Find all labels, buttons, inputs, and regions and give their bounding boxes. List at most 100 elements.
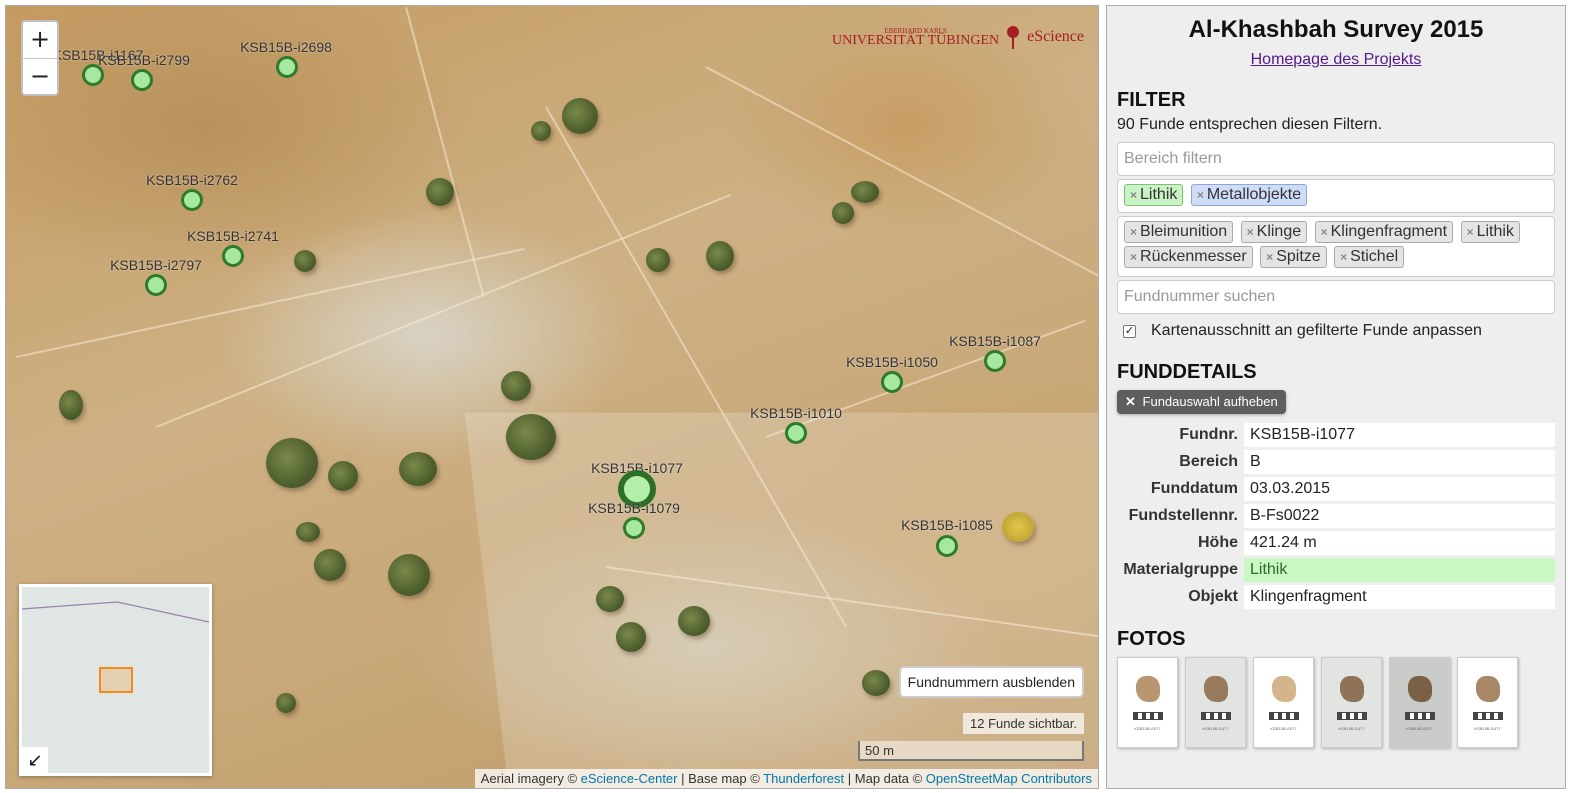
tag-object[interactable]: × Stichel [1334, 246, 1405, 268]
photo-thumbnail[interactable]: KSB15B-i1077 [1117, 657, 1178, 748]
photos-heading: FOTOS [1117, 628, 1186, 650]
bush [562, 98, 598, 134]
tag-object[interactable]: × Klinge [1240, 221, 1308, 243]
tree-icon [1007, 26, 1020, 49]
marker-label: KSB15B-i1085 [901, 517, 993, 533]
remove-tag-icon[interactable]: × [1130, 250, 1137, 264]
find-marker[interactable] [984, 350, 1006, 372]
close-icon: ✕ [1125, 394, 1136, 409]
remove-tag-icon[interactable]: × [1467, 225, 1474, 239]
bush [506, 414, 556, 460]
bush [646, 248, 670, 272]
object-filter-select[interactable]: × Bleimunition × Klinge × Klingenfragment ×… [1117, 216, 1555, 277]
tag-object[interactable]: × Spitze [1260, 246, 1327, 268]
find-marker[interactable] [785, 422, 807, 444]
map-view[interactable]: KSB15B-i1167 KSB15B-i2799 KSB15B-i2698 K… [5, 5, 1099, 789]
find-marker[interactable] [623, 517, 645, 539]
remove-tag-icon[interactable]: × [1130, 225, 1137, 239]
fit-map-option: ✓ Kartenausschnitt an gefilterte Funde a… [1117, 322, 1555, 340]
zoom-in-button[interactable]: + [23, 22, 57, 58]
vehicle-track [405, 6, 485, 298]
find-marker[interactable] [222, 245, 244, 267]
toggle-numbers-button[interactable]: Fundnummern ausblenden [898, 666, 1084, 698]
bush [266, 438, 318, 488]
bush [851, 181, 879, 203]
tag-object[interactable]: × Bleimunition [1124, 221, 1234, 243]
map-attribution: Aerial imagery © eScience-Center | Base … [474, 769, 1098, 788]
remove-tag-icon[interactable]: × [1130, 188, 1137, 202]
table-row: Objekt Klingenfragment [1117, 585, 1555, 609]
university-logo: EBERHARD KARLS UNIVERSITÄT TÜBINGEN [832, 27, 1000, 48]
marker-label: KSB15B-i1079 [588, 500, 680, 516]
material-filter-select[interactable]: × Lithik × Metallobjekte [1117, 179, 1555, 213]
escience-link[interactable]: eScience-Center [581, 771, 678, 786]
remove-tag-icon[interactable]: × [1247, 225, 1254, 239]
photo-thumbnail[interactable]: KSB15B-i1077 [1457, 657, 1518, 748]
remove-tag-icon[interactable]: × [1266, 250, 1273, 264]
bush [399, 452, 437, 486]
marker-label: KSB15B-i2741 [187, 228, 279, 244]
vehicle-track [705, 66, 1098, 280]
minimap-viewport-rect[interactable] [99, 667, 133, 693]
bush [678, 606, 710, 636]
vehicle-track [15, 247, 525, 358]
homepage-link[interactable]: Homepage des Projekts [1117, 51, 1555, 69]
table-row: Fundstellennr. B-Fs0022 [1117, 504, 1555, 528]
find-marker[interactable] [936, 535, 958, 557]
bush [501, 371, 531, 401]
find-marker[interactable] [881, 371, 903, 393]
find-marker[interactable] [276, 56, 298, 78]
tag-object[interactable]: × Rückenmesser [1124, 246, 1253, 268]
find-marker[interactable] [131, 69, 153, 91]
photo-gallery: KSB15B-i1077 KSB15B-i1077 KSB15B-i1077 K… [1117, 657, 1555, 748]
area-filter-input[interactable]: Bereich filtern [1117, 142, 1555, 176]
side-panel: Al-Khashbah Survey 2015 Homepage des Pro… [1106, 5, 1566, 789]
marker-label: KSB15B-i1050 [846, 354, 938, 370]
marker-label: KSB15B-i2698 [240, 39, 332, 55]
remove-tag-icon[interactable]: × [1321, 225, 1328, 239]
marker-label: KSB15B-i2762 [146, 172, 238, 188]
tag-lithik[interactable]: × Lithik [1124, 184, 1184, 206]
fit-map-checkbox[interactable]: ✓ [1123, 324, 1136, 338]
table-row: Fundnr. KSB15B-i1077 [1117, 423, 1555, 447]
details-heading: FUNDDETAILS [1117, 361, 1257, 383]
visible-count-text: 12 Funde sichtbar. [963, 713, 1084, 734]
bush [706, 241, 734, 271]
remove-tag-icon[interactable]: × [1197, 188, 1204, 202]
photo-thumbnail[interactable]: KSB15B-i1077 [1389, 657, 1450, 748]
photo-thumbnail[interactable]: KSB15B-i1077 [1321, 657, 1382, 748]
bush [294, 250, 316, 272]
clear-selection-button[interactable]: ✕ Fundauswahl aufheben [1117, 390, 1286, 414]
table-row: Materialgruppe Lithik [1117, 558, 1555, 582]
fit-map-label: Kartenausschnitt an gefilterte Funde anp… [1151, 322, 1482, 339]
bush [596, 586, 624, 612]
tag-object[interactable]: × Lithik [1460, 221, 1520, 243]
page-title: Al-Khashbah Survey 2015 [1188, 16, 1484, 43]
table-row: Höhe 421.24 m [1117, 531, 1555, 555]
scale-bar: 50 m [858, 741, 1084, 761]
marker-label: KSB15B-i1087 [949, 333, 1041, 349]
osm-link[interactable]: OpenStreetMap Contributors [926, 771, 1092, 786]
tag-object[interactable]: × Klingenfragment [1314, 221, 1454, 243]
table-row: Bereich B [1117, 450, 1555, 474]
zoom-out-button[interactable]: − [23, 58, 57, 94]
bush [832, 202, 854, 224]
photo-thumbnail[interactable]: KSB15B-i1077 [1185, 657, 1246, 748]
remove-tag-icon[interactable]: × [1340, 250, 1347, 264]
minimap-toggle-icon[interactable]: ↙ [22, 747, 48, 773]
find-marker[interactable] [145, 274, 167, 296]
filter-heading: FILTER [1117, 89, 1186, 111]
minimap[interactable]: ↙ [19, 584, 212, 776]
bush [276, 693, 296, 713]
bush [1002, 512, 1034, 542]
find-marker[interactable] [181, 189, 203, 211]
escience-logo: eScience [1027, 28, 1084, 45]
marker-label: KSB15B-i2797 [110, 257, 202, 273]
bush [426, 178, 454, 206]
bush [296, 522, 320, 542]
photo-thumbnail[interactable]: KSB15B-i1077 [1253, 657, 1314, 748]
find-number-search-input[interactable]: Fundnummer suchen [1117, 280, 1555, 314]
tag-metallobjekte[interactable]: × Metallobjekte [1190, 184, 1308, 206]
thunderforest-link[interactable]: Thunderforest [763, 771, 844, 786]
marker-label: KSB15B-i1010 [750, 405, 842, 421]
